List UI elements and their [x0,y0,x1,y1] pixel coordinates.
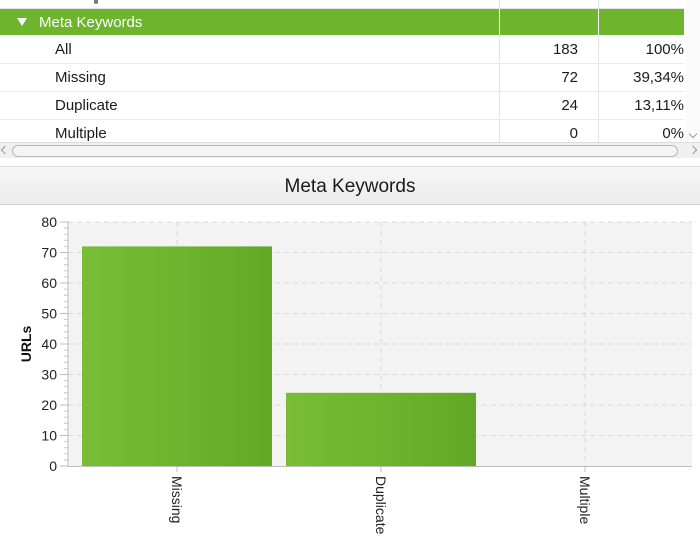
y-tick-label: 0 [49,458,57,474]
y-axis-label: URLs [18,326,34,363]
y-tick-label: 10 [41,428,57,444]
row-percent: 13,11% [634,97,684,114]
bar-duplicate [286,392,476,466]
row-count: 24 [561,97,578,114]
bar-chart: 0 10 20 30 40 50 60 70 80 Missing Duplicate Multipl… [18,214,692,535]
y-tick-label: 20 [41,397,57,413]
group-divider [598,9,599,35]
y-tick-label: 80 [41,214,57,230]
bar-missing [82,246,272,466]
collapse-triangle-icon[interactable] [17,18,27,26]
row-name: All [55,41,72,58]
row-name: Missing [55,69,106,86]
partial-glyph [94,0,98,4]
row-count: 183 [552,41,578,58]
x-tick-label-duplicate: Duplicate [373,476,389,535]
y-tick-label: 40 [41,336,57,352]
table-row-missing[interactable]: Missing 72 39,34% [0,64,684,92]
scroll-down-arrow-icon[interactable] [688,129,698,139]
row-percent: 39,34% [633,69,684,86]
y-tick-label: 70 [41,245,57,261]
table-row-all[interactable]: All 183 100% [0,36,684,64]
table-row-duplicate[interactable]: Duplicate 24 13,11% [0,92,684,120]
row-percent: 100% [645,41,684,58]
scroll-left-arrow-icon[interactable] [0,145,10,155]
y-tick-label: 30 [41,367,57,383]
chart-title: Meta Keywords [284,176,416,197]
row-count: 72 [561,69,578,86]
row-percent: 0% [662,125,684,142]
scroll-right-arrow-icon[interactable] [688,145,698,155]
row-count: 0 [569,125,578,142]
overview-table: Meta Keywords All 183 100% Missing 72 39… [0,0,700,158]
horizontal-scrollbar[interactable] [0,142,700,158]
row-name: Multiple [55,125,107,142]
y-tick-label: 60 [41,275,57,291]
row-name: Duplicate [55,97,118,114]
group-divider [499,9,500,35]
chart-panel-header: Meta Keywords [0,166,700,205]
group-row-meta-keywords[interactable]: Meta Keywords [0,9,684,35]
x-tick-label-missing: Missing [169,476,185,523]
horizontal-scrollbar-thumb[interactable] [12,145,678,157]
x-tick-label-multiple: Multiple [577,476,593,524]
vertical-scrollbar[interactable] [686,0,700,142]
y-tick-label: 50 [41,306,57,322]
group-label: Meta Keywords [39,14,143,31]
previous-row-partial [0,0,684,9]
